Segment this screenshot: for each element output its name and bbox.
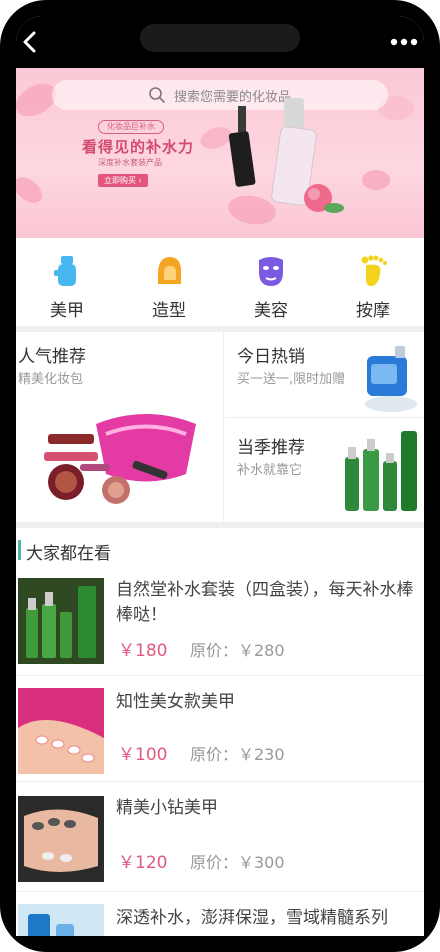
hairstyle-icon: [158, 257, 182, 284]
product-name: 自然堂补水套装（四盒装），每天补水棒棒哒！: [116, 580, 414, 625]
category-label: 按摩: [356, 301, 390, 321]
promo-popular-title: 人气推荐: [18, 347, 86, 367]
category-label: 造型: [152, 301, 186, 321]
category-beauty[interactable]: 美容: [220, 238, 322, 326]
section-title: 大家都在看: [26, 544, 111, 564]
promo-banner[interactable]: 搜索您需要的化妆品 化妆品巨补水 看得见的补水力 深度补水套装产品 立即购买 ›: [16, 68, 424, 238]
back-icon[interactable]: [20, 30, 40, 54]
makeup-bag-image: [44, 414, 196, 504]
product-thumbnail: [18, 688, 104, 774]
banner-subtitle: 深度补水套装产品: [98, 158, 162, 167]
promo-hot-subtitle: 买一送一,限时加赠: [237, 372, 346, 387]
humidifier-image: [365, 346, 417, 412]
product-list: 自然堂补水套装（四盒装），每天补水棒棒哒！ ￥180 原价：￥280 知性美女款…: [16, 572, 424, 936]
section-accent-bar: [18, 540, 21, 560]
product-price: ￥120: [118, 853, 168, 873]
promo-hot-title: 今日热销: [237, 347, 305, 367]
screen: 搜索您需要的化妆品 化妆品巨补水 看得见的补水力 深度补水套装产品 立即购买 ›: [16, 16, 424, 936]
product-thumbnail: [18, 796, 104, 882]
nail-icon: [54, 256, 76, 286]
product-name: 知性美女款美甲: [116, 692, 235, 712]
phone-frame: 搜索您需要的化妆品 化妆品巨补水 看得见的补水力 深度补水套装产品 立即购买 ›: [0, 0, 440, 952]
foot-massage-icon: [361, 255, 387, 286]
product-item[interactable]: 自然堂补水套装（四盒装），每天补水棒棒哒！ ￥180 原价：￥280: [16, 572, 424, 676]
category-label: 美容: [254, 301, 288, 321]
banner-title: 看得见的补水力: [82, 138, 195, 156]
category-styling[interactable]: 造型: [118, 238, 220, 326]
category-nails[interactable]: 美甲: [16, 238, 118, 326]
search-icon: [149, 87, 165, 103]
promo-grid: 人气推荐 精美化妆包 今日热销 买一送一,限时加赠 当季推荐 补水就靠它: [16, 332, 424, 522]
product-thumbnail: [18, 904, 104, 936]
product-item[interactable]: 知性美女款美甲 ￥100 原价：￥230: [16, 676, 424, 782]
product-name: 深透补水，澎湃保湿，雪域精髓系列: [116, 908, 388, 928]
cosmetics-bottles-image: [228, 98, 344, 213]
product-item[interactable]: 深透补水，澎湃保湿，雪域精髓系列: [16, 892, 424, 936]
promo-season-title: 当季推荐: [237, 438, 305, 458]
skincare-set-image: [345, 431, 417, 511]
product-original-price: 原价：￥300: [190, 853, 285, 872]
product-price: ￥100: [118, 745, 168, 765]
category-nav: 美甲 造型 美容 按摩: [16, 238, 424, 326]
banner-buy-button[interactable]: 立即购买 ›: [98, 174, 148, 187]
divider: [16, 522, 424, 528]
promo-popular[interactable]: 人气推荐 精美化妆包: [16, 332, 224, 522]
promo-hot-sale[interactable]: 今日热销 买一送一,限时加赠: [225, 332, 424, 418]
camera-notch: [140, 24, 300, 52]
product-original-price: 原价：￥230: [190, 745, 285, 764]
promo-season[interactable]: 当季推荐 补水就靠它: [225, 419, 424, 522]
product-price: ￥180: [118, 641, 168, 661]
promo-season-subtitle: 补水就靠它: [237, 463, 303, 478]
product-name: 精美小钻美甲: [116, 798, 218, 818]
banner-tag: 化妆品巨补水: [98, 120, 164, 134]
category-label: 美甲: [50, 301, 84, 321]
promo-popular-subtitle: 精美化妆包: [18, 372, 84, 387]
face-mask-icon: [259, 257, 283, 286]
product-thumbnail: [18, 578, 104, 664]
product-item[interactable]: 精美小钻美甲 ￥120 原价：￥300: [16, 782, 424, 892]
more-icon[interactable]: [390, 34, 418, 50]
product-original-price: 原价：￥280: [190, 641, 285, 660]
category-massage[interactable]: 按摩: [322, 238, 424, 326]
section-header: 大家都在看: [16, 536, 424, 566]
